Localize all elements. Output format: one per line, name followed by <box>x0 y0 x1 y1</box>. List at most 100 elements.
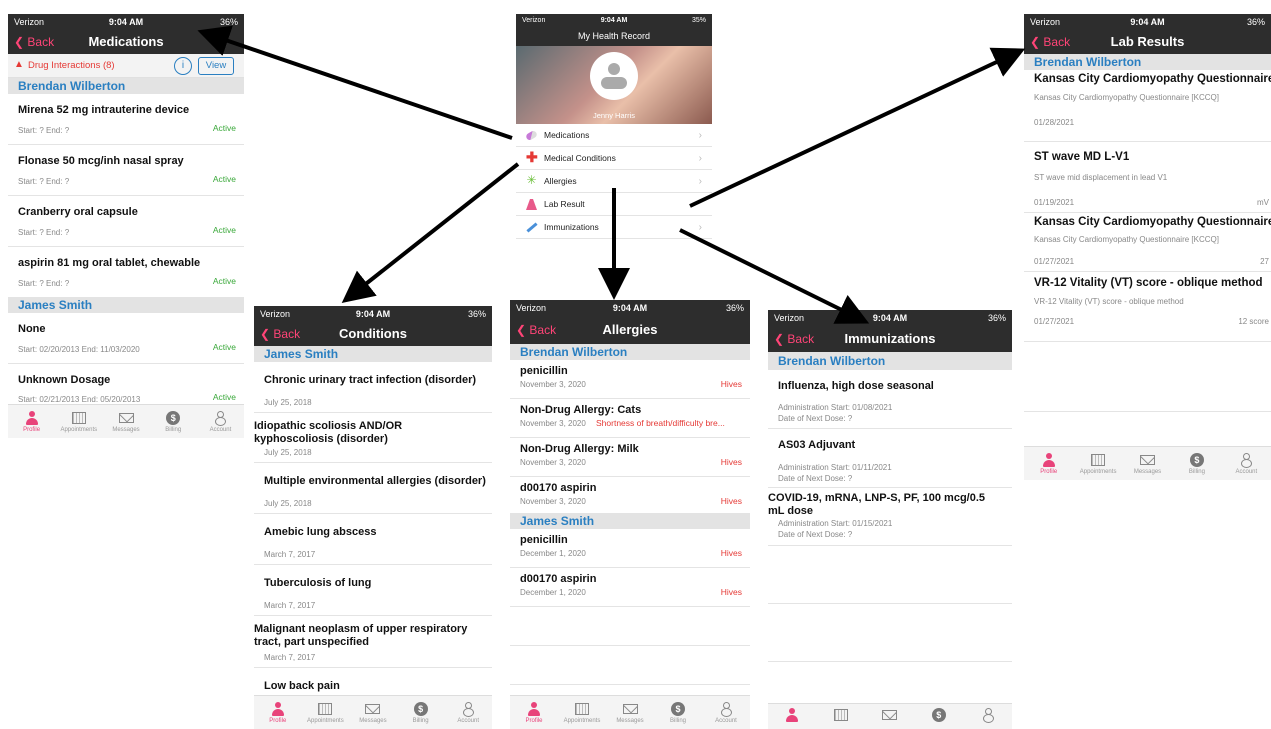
tab-messages[interactable]: Messages <box>1123 447 1172 480</box>
menu-item-medical-conditions[interactable]: ✚ Medical Conditions › <box>516 147 712 170</box>
tab-label: Appointments <box>307 718 344 724</box>
tab-profile[interactable]: Profile <box>8 405 55 438</box>
profile-banner: Jenny Harris <box>516 46 712 124</box>
list-item[interactable]: Unknown Dosage Start: 02/21/2013 End: 05… <box>8 364 244 404</box>
list-item[interactable]: Idiopathic scoliosis AND/OR kyphoscolios… <box>254 413 492 463</box>
tab-messages[interactable] <box>866 707 915 722</box>
section-header: Brendan Wilberton <box>8 78 244 94</box>
tab-appointments[interactable] <box>817 707 866 722</box>
tab-billing[interactable]: $ Billing <box>654 696 702 729</box>
view-button[interactable]: View <box>198 57 234 75</box>
home-screen: Verizon 9:04 AM 35% My Health Record Jen… <box>516 14 712 298</box>
list-item[interactable]: Chronic urinary tract infection (disorde… <box>254 362 492 413</box>
tab-appointments[interactable]: Appointments <box>55 405 102 438</box>
tab-messages[interactable]: Messages <box>349 696 397 729</box>
list-item[interactable]: d00170 aspirin December 1, 2020 Hives <box>510 568 750 607</box>
dollar-icon: $ <box>166 410 181 425</box>
tab-appointments[interactable]: Appointments <box>558 696 606 729</box>
medication-name: Cranberry oral capsule <box>18 206 138 218</box>
tab-appointments[interactable]: Appointments <box>302 696 350 729</box>
tab-label: Appointments <box>563 718 601 724</box>
status-bar: Verizon 9:04 AM 36% <box>254 306 492 322</box>
page-title: Lab Results <box>1110 34 1185 49</box>
dollar-icon: $ <box>931 707 946 722</box>
arrow-to-lab-results <box>689 47 1026 208</box>
list-item[interactable]: Mirena 52 mg intrauterine device Start: … <box>8 94 244 145</box>
list-item[interactable]: Non-Drug Allergy: Cats November 3, 2020 … <box>510 399 750 438</box>
tab-billing[interactable]: $ Billing <box>397 696 445 729</box>
menu-item-medications[interactable]: Medications › <box>516 124 712 147</box>
info-button[interactable]: i <box>174 57 192 75</box>
tab-profile[interactable]: Profile <box>510 696 558 729</box>
list-item[interactable]: d00170 aspirin November 3, 2020 Hives <box>510 477 750 513</box>
allergen-name: Non-Drug Allergy: Cats <box>520 404 642 416</box>
menu-item-allergies[interactable]: ✳ Allergies › <box>516 170 712 193</box>
list-item[interactable]: Cranberry oral capsule Start: ? End: ? A… <box>8 196 244 247</box>
nav-bar: ❮ Back Conditions <box>254 322 492 346</box>
list-item[interactable]: Multiple environmental allergies (disord… <box>254 463 492 514</box>
empty-row <box>1024 342 1271 412</box>
list-item[interactable]: penicillin December 1, 2020 Hives <box>510 529 750 568</box>
status-bar: Verizon 9:04 AM 36% <box>1024 14 1271 30</box>
tab-profile[interactable] <box>768 707 817 722</box>
vaccine-name: COVID-19, mRNA, LNP-S, PF, 100 mcg/0.5 m… <box>768 492 986 517</box>
menu-item-lab-result[interactable]: Lab Result <box>516 193 712 216</box>
list-item[interactable]: Flonase 50 mcg/inh nasal spray Start: ? … <box>8 145 244 196</box>
avatar[interactable] <box>590 52 638 100</box>
list-item[interactable]: penicillin November 3, 2020 Hives <box>510 360 750 399</box>
status-time: 9:04 AM <box>872 313 908 323</box>
tab-label: Messages <box>616 718 644 724</box>
list-item[interactable]: COVID-19, mRNA, LNP-S, PF, 100 mcg/0.5 m… <box>768 488 1012 546</box>
list-item[interactable]: Kansas City Cardiomyopathy Questionnaire… <box>1024 70 1271 142</box>
tab-label: Billing <box>669 718 686 724</box>
list-item[interactable]: Amebic lung abscess March 7, 2017 <box>254 514 492 565</box>
account-icon <box>982 707 994 723</box>
tab-account[interactable]: Account <box>197 405 244 438</box>
tab-bar: Profile Appointments Messages $ Billing A… <box>254 695 492 729</box>
tab-account[interactable] <box>963 707 1012 723</box>
list-item[interactable]: Influenza, high dose seasonal Administra… <box>768 370 1012 429</box>
tab-appointments[interactable]: Appointments <box>1073 447 1122 480</box>
list-item[interactable]: AS03 Adjuvant Administration Start: 01/1… <box>768 429 1012 488</box>
lab-value: 12 score <box>1238 317 1269 326</box>
profile-icon <box>25 410 38 425</box>
tab-account[interactable]: Account <box>1222 447 1271 480</box>
tab-label: Messages <box>112 427 140 433</box>
tab-messages[interactable]: Messages <box>102 405 149 438</box>
tab-bar: Profile Appointments Messages $ Billing A… <box>8 404 244 438</box>
account-icon <box>214 410 227 426</box>
tab-messages[interactable]: Messages <box>606 696 654 729</box>
list-item[interactable]: aspirin 81 mg oral tablet, chewable Star… <box>8 247 244 297</box>
list-item[interactable]: Kansas City Cardiomyopathy Questionnaire… <box>1024 213 1271 272</box>
allergies-screen: Verizon 9:04 AM 36% ❮ Back Allergies Bre… <box>510 300 750 729</box>
tab-billing[interactable]: $ Billing <box>1172 447 1221 480</box>
tab-profile[interactable]: Profile <box>254 696 302 729</box>
list-item[interactable]: None Start: 02/20/2013 End: 11/03/2020 A… <box>8 313 244 364</box>
tab-account[interactable]: Account <box>444 696 492 729</box>
battery: 36% <box>725 303 744 313</box>
condition-name: Multiple environmental allergies (disord… <box>264 475 486 487</box>
list-item[interactable]: VR-12 Vitality (VT) score - oblique meth… <box>1024 272 1271 342</box>
calendar-icon <box>318 702 333 715</box>
vaccine-name: Influenza, high dose seasonal <box>778 380 934 392</box>
tab-billing[interactable]: $ Billing <box>150 405 197 438</box>
tab-account[interactable]: Account <box>702 696 750 729</box>
chevron-right-icon: › <box>698 153 702 164</box>
tab-profile[interactable]: Profile <box>1024 447 1073 480</box>
list-item[interactable]: Malignant neoplasm of upper respiratory … <box>254 616 492 668</box>
pollen-icon: ✳ <box>526 173 537 187</box>
section-header: James Smith <box>254 346 492 362</box>
immunizations-screen: Verizon 9:04 AM 36% ❮ Back Immunizations… <box>768 310 1012 729</box>
envelope-icon <box>622 703 638 714</box>
status-bar: Verizon 9:04 AM 35% <box>516 14 712 28</box>
drug-interactions-label[interactable]: Drug Interactions (8) <box>28 60 115 71</box>
list-item[interactable]: ST wave MD L-V1 ST wave mid displacement… <box>1024 142 1271 213</box>
condition-date: March 7, 2017 <box>264 550 316 559</box>
tab-billing[interactable]: $ <box>914 707 963 722</box>
list-item[interactable]: Tuberculosis of lung March 7, 2017 <box>254 565 492 616</box>
menu-item-immunizations[interactable]: Immunizations › <box>516 216 712 239</box>
list-item[interactable]: Non-Drug Allergy: Milk November 3, 2020 … <box>510 438 750 477</box>
condition-name: Low back pain <box>264 680 340 692</box>
medication-dates: Start: ? End: ? <box>18 177 70 186</box>
administration-start: Administration Start: 01/11/2021 <box>778 463 892 472</box>
